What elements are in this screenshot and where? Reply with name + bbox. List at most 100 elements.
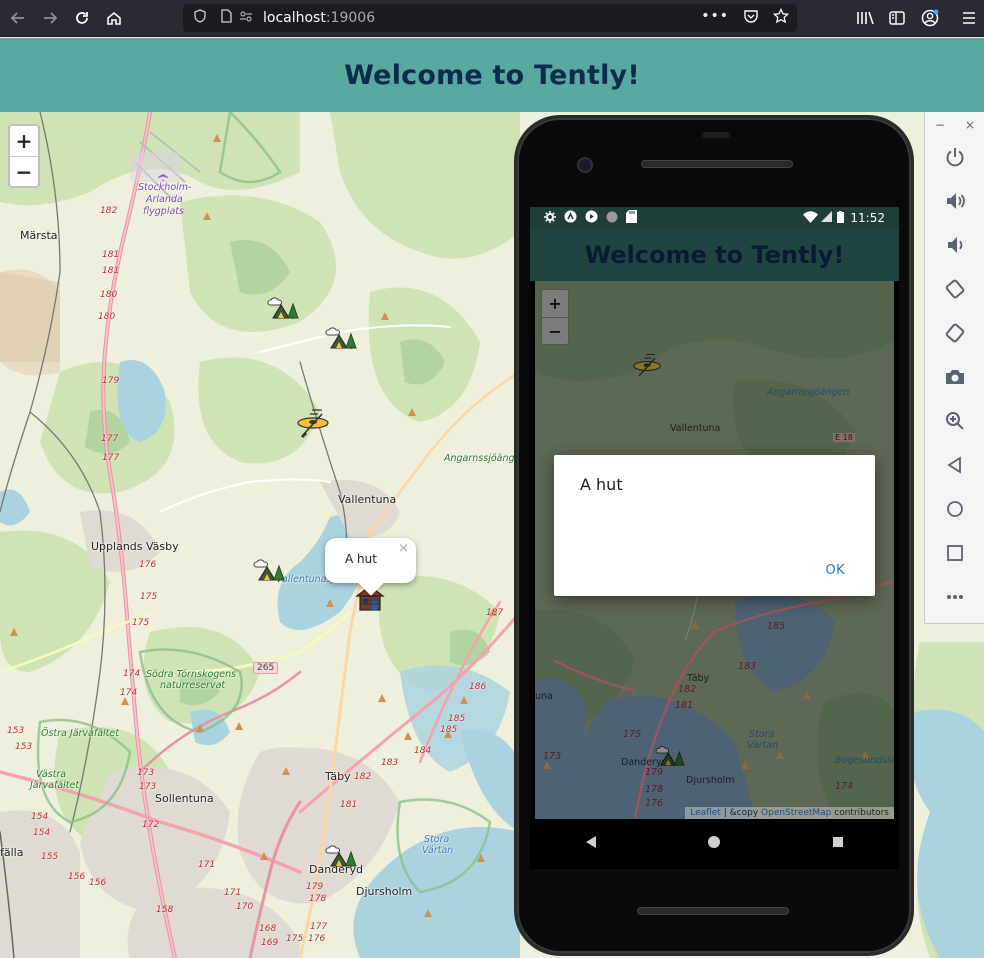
tent-icon bbox=[267, 297, 299, 319]
phone-speaker bbox=[641, 160, 793, 168]
home-button[interactable] bbox=[101, 5, 127, 31]
phone-screen[interactable]: 11:52 Welcome to Tently! + − Vallentuna … bbox=[530, 207, 899, 819]
park-label: Södra Törnskogens bbox=[146, 669, 237, 680]
hamburger-icon[interactable] bbox=[960, 9, 978, 31]
power-icon[interactable] bbox=[942, 144, 968, 170]
map-zoom-control: + − bbox=[8, 124, 40, 188]
dialog-ok-button[interactable]: OK bbox=[825, 563, 845, 578]
road-number: 176 bbox=[308, 934, 326, 944]
close-button[interactable]: × bbox=[965, 118, 975, 132]
sidebar-icon[interactable] bbox=[888, 9, 906, 31]
zoom-in-button[interactable]: + bbox=[10, 126, 38, 156]
road-number: 181 bbox=[102, 250, 120, 260]
more-icon[interactable] bbox=[942, 584, 968, 610]
road-number: 176 bbox=[139, 560, 157, 570]
more-icon[interactable]: ••• bbox=[701, 8, 729, 28]
back-icon[interactable] bbox=[942, 452, 968, 478]
android-back-button[interactable] bbox=[585, 835, 597, 853]
road-number: 184 bbox=[414, 746, 432, 756]
volume-up-icon[interactable] bbox=[942, 188, 968, 214]
overview-icon[interactable] bbox=[942, 540, 968, 566]
shield-icon[interactable] bbox=[193, 9, 207, 27]
road-number: 155 bbox=[41, 852, 59, 862]
kayak-icon bbox=[297, 409, 329, 439]
park-label: Järvafältet bbox=[30, 780, 80, 791]
popup-close-button[interactable]: × bbox=[398, 541, 409, 556]
road-number: 177 bbox=[310, 922, 328, 932]
leaflet-link[interactable]: Leaflet bbox=[690, 808, 721, 818]
rotate-left-icon[interactable] bbox=[942, 276, 968, 302]
app-road-number: 182 bbox=[678, 684, 697, 695]
app-campsite-marker[interactable] bbox=[655, 741, 687, 771]
camera-icon[interactable] bbox=[942, 364, 968, 390]
app-zoom-in-button[interactable]: + bbox=[542, 290, 568, 317]
road-number: 175 bbox=[132, 618, 150, 628]
airport-label: Arlanda bbox=[146, 194, 183, 205]
campsite-marker[interactable] bbox=[253, 554, 287, 586]
app-title: Welcome to Tently! bbox=[584, 241, 845, 269]
url-bar[interactable]: localhost:19006 ••• bbox=[183, 4, 797, 32]
battery-icon bbox=[837, 210, 845, 226]
app-road-number: 178 bbox=[645, 784, 664, 795]
road-number: 156 bbox=[89, 878, 107, 888]
android-home-button[interactable] bbox=[707, 835, 721, 853]
park-label: Östra Järvafältet bbox=[41, 728, 119, 739]
account-icon[interactable] bbox=[920, 8, 940, 32]
zoom-icon[interactable] bbox=[942, 408, 968, 434]
volume-down-icon[interactable] bbox=[942, 232, 968, 258]
status-bar: 11:52 bbox=[530, 207, 899, 229]
place-label: Täby bbox=[325, 770, 351, 783]
popup-text: A hut bbox=[345, 552, 377, 566]
tent-icon bbox=[253, 559, 285, 581]
reload-button[interactable] bbox=[69, 5, 95, 31]
road-number: 183 bbox=[381, 758, 399, 768]
permissions-icon[interactable] bbox=[239, 9, 253, 27]
place-label: fälla bbox=[0, 846, 24, 859]
road-number: 178 bbox=[309, 894, 327, 904]
campsite-marker[interactable] bbox=[325, 322, 359, 354]
library-icon[interactable] bbox=[856, 9, 874, 31]
app-road-number: 185 bbox=[767, 621, 786, 632]
road-number: 182 bbox=[100, 206, 118, 216]
app-map[interactable]: + − Vallentuna Angarnssjöängen E 18 Täby… bbox=[535, 281, 894, 819]
alert-dialog: A hut OK bbox=[554, 455, 875, 596]
app-kayak-marker[interactable] bbox=[632, 351, 664, 385]
app-road-number: 173 bbox=[543, 751, 562, 762]
app-zoom-out-button[interactable]: − bbox=[542, 317, 568, 344]
play-icon bbox=[585, 210, 598, 226]
back-button[interactable] bbox=[5, 5, 31, 31]
app-header: Welcome to Tently! bbox=[530, 229, 899, 281]
status-time: 11:52 bbox=[850, 211, 885, 225]
app-zoom-control: + − bbox=[541, 289, 569, 345]
road-number: 156 bbox=[68, 872, 86, 882]
kayak-marker[interactable] bbox=[296, 406, 332, 444]
url-text[interactable]: localhost:19006 bbox=[263, 10, 375, 26]
app-road-number: 174 bbox=[835, 781, 854, 792]
app-road-number: 176 bbox=[645, 798, 664, 809]
road-number: 169 bbox=[261, 938, 279, 948]
pocket-icon[interactable] bbox=[743, 8, 759, 28]
water-label: Stora bbox=[424, 834, 450, 845]
rotate-right-icon[interactable] bbox=[942, 320, 968, 346]
campsite-marker[interactable] bbox=[267, 292, 301, 324]
airplane-icon bbox=[156, 167, 170, 186]
app-place-label: Vallentuna bbox=[670, 423, 721, 434]
tent-icon bbox=[325, 845, 357, 867]
home-circle-icon[interactable] bbox=[942, 496, 968, 522]
campsite-marker[interactable] bbox=[325, 840, 359, 872]
reload-icon bbox=[76, 12, 88, 24]
star-icon[interactable] bbox=[772, 7, 790, 28]
road-number: 170 bbox=[236, 902, 254, 912]
map-popup: A hut × bbox=[325, 538, 416, 596]
front-camera bbox=[577, 157, 593, 173]
water-label: Värtan bbox=[422, 845, 454, 856]
minimize-button[interactable]: − bbox=[935, 118, 945, 132]
osm-link[interactable]: OpenStreetMap bbox=[761, 808, 831, 818]
forward-button[interactable] bbox=[37, 5, 63, 31]
android-recents-button[interactable] bbox=[832, 836, 844, 852]
sd-card-icon bbox=[626, 210, 637, 226]
park-label: naturreservat bbox=[160, 680, 226, 691]
settings-icon bbox=[544, 210, 556, 226]
android-emulator: 11:52 Welcome to Tently! + − Vallentuna … bbox=[514, 115, 914, 956]
zoom-out-button[interactable]: − bbox=[10, 156, 38, 186]
